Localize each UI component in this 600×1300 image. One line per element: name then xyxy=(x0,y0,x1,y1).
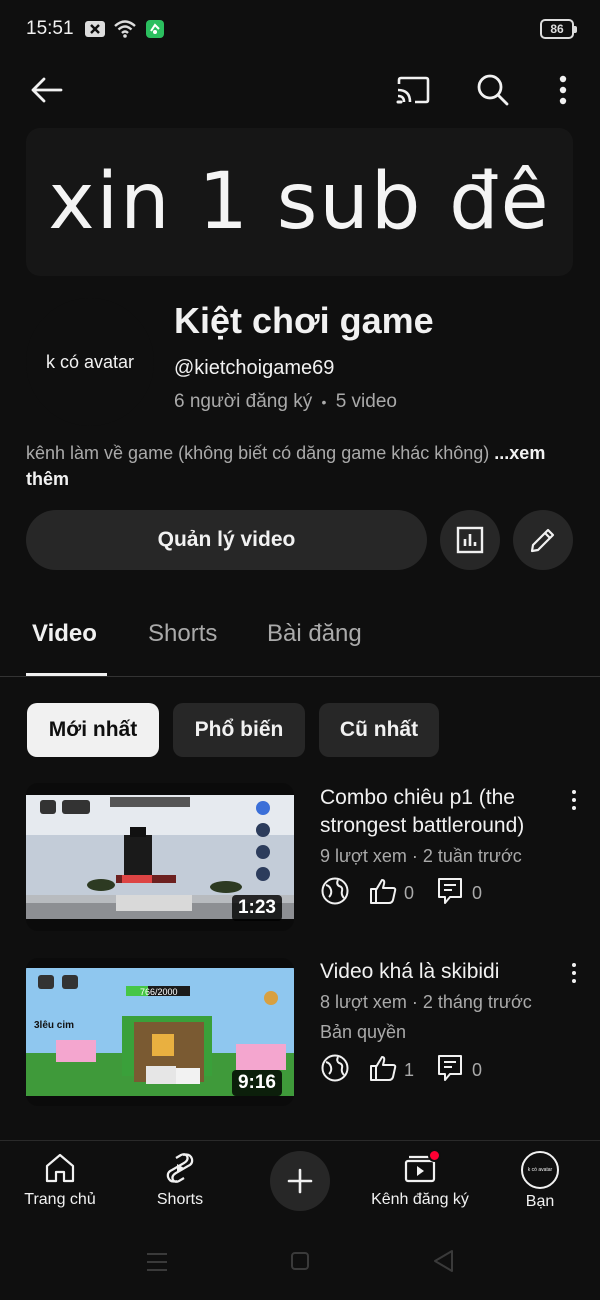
nav-label: Shorts xyxy=(156,1191,204,1208)
video-more-button[interactable] xyxy=(562,961,586,985)
more-vert-icon xyxy=(559,75,567,105)
public-globe-icon xyxy=(320,876,350,911)
notification-badge xyxy=(428,1149,441,1162)
status-time: 15:51 xyxy=(26,18,74,39)
home-icon xyxy=(45,1153,75,1183)
back-triangle-icon xyxy=(434,1250,453,1272)
you-avatar-text: k có avatar xyxy=(527,1167,553,1173)
thumbnail-overlay-label: 3lêu cim xyxy=(34,1020,74,1031)
video-thumbnail-1[interactable]: 1:23 xyxy=(26,783,294,931)
video-title[interactable]: Combo chiêu p1 (the strongest battleroun… xyxy=(320,784,560,840)
search-icon xyxy=(477,74,509,106)
create-plus-icon xyxy=(287,1168,313,1194)
status-bar: 15:51 86 xyxy=(0,0,600,60)
avatar-text: k có avatar xyxy=(45,351,135,372)
description-text: kênh làm về game (không biết có dăng gam… xyxy=(26,443,490,463)
battery-indicator: 86 xyxy=(540,19,577,39)
thumbnail-overlay-counter: 766/2000 xyxy=(140,987,178,997)
tab-shorts[interactable]: Shorts xyxy=(148,620,217,648)
comment-count: 0 xyxy=(472,1059,483,1080)
analytics-button[interactable] xyxy=(440,510,500,570)
bottom-navigation: Trang chủ Shorts Kênh đăng ký k có avata… xyxy=(0,1140,600,1230)
nav-home[interactable]: Trang chủ xyxy=(0,1141,120,1231)
video-meta: 8 lượt xem · 2 tháng trước xyxy=(320,992,532,1012)
channel-name: Kiệt chơi game xyxy=(174,300,434,341)
more-options-button[interactable] xyxy=(539,66,587,114)
comment-icon xyxy=(436,876,464,911)
dot xyxy=(572,806,576,810)
you-avatar-icon: k có avatar xyxy=(521,1151,559,1189)
system-back-button[interactable] xyxy=(432,1249,454,1278)
wifi-icon xyxy=(113,19,137,44)
like-icon xyxy=(368,1053,398,1088)
video-duration: 1:23 xyxy=(231,895,282,921)
subscriber-count: 6 người đăng ký xyxy=(174,391,313,412)
create-button[interactable] xyxy=(270,1151,330,1211)
video-more-button[interactable] xyxy=(562,788,586,812)
like-count: 1 xyxy=(404,1059,415,1080)
edit-channel-button[interactable] xyxy=(513,510,573,570)
app-notification-icon xyxy=(145,19,165,44)
video-duration: 9:16 xyxy=(231,1070,282,1096)
analytics-icon xyxy=(456,526,484,554)
comment-icon xyxy=(436,1053,464,1088)
copyright-label: Bản quyền xyxy=(320,1022,407,1042)
dot xyxy=(572,971,576,975)
manage-videos-button[interactable]: Quản lý video xyxy=(26,510,427,570)
video-title[interactable]: Video khá là skibidi xyxy=(320,958,560,986)
nav-you[interactable]: k có avatar Bạn xyxy=(480,1141,600,1231)
cast-icon xyxy=(396,76,430,104)
nav-label: Kênh đăng ký xyxy=(371,1191,469,1208)
public-globe-icon xyxy=(320,1053,350,1088)
tab-posts[interactable]: Bài đăng xyxy=(267,620,362,648)
chip-oldest[interactable]: Cũ nhất xyxy=(319,703,439,757)
tab-video[interactable]: Video xyxy=(32,620,97,648)
back-arrow-icon xyxy=(31,77,63,103)
top-app-bar xyxy=(0,60,600,120)
channel-description[interactable]: kênh làm về game (không biết có dăng gam… xyxy=(26,440,546,492)
nav-subscriptions[interactable]: Kênh đăng ký xyxy=(360,1141,480,1231)
video-thumbnail-2[interactable]: 766/2000 3lêu cim 9:16 xyxy=(26,958,294,1106)
recent-apps-icon xyxy=(147,1253,167,1271)
shorts-icon xyxy=(166,1153,194,1183)
dot xyxy=(572,798,576,802)
back-button[interactable] xyxy=(22,66,70,114)
edit-pencil-icon xyxy=(530,528,555,553)
video-count: 5 video xyxy=(335,391,397,412)
dot xyxy=(572,979,576,983)
cast-button[interactable] xyxy=(389,66,437,114)
video-meta: 9 lượt xem · 2 tuần trước xyxy=(320,846,522,866)
channel-stats: 6 người đăng ký • 5 video xyxy=(174,391,397,413)
recent-apps-button[interactable] xyxy=(146,1252,168,1277)
notification-icon xyxy=(84,19,106,44)
like-icon xyxy=(368,876,398,911)
channel-handle: @kietchoigame69 xyxy=(174,357,335,379)
home-square-icon xyxy=(291,1252,309,1270)
tab-divider xyxy=(0,676,600,677)
dot xyxy=(572,963,576,967)
comment-count: 0 xyxy=(472,882,483,903)
nav-label: Trang chủ xyxy=(24,1191,96,1208)
nav-shorts[interactable]: Shorts xyxy=(120,1141,240,1231)
channel-banner: xin 1 sub đê xyxy=(26,128,573,276)
channel-avatar[interactable]: k có avatar xyxy=(26,298,154,426)
dot xyxy=(572,790,576,794)
chip-popular[interactable]: Phổ biến xyxy=(173,703,305,757)
search-button[interactable] xyxy=(469,66,517,114)
system-navigation-bar xyxy=(0,1230,600,1300)
meta-separator: • xyxy=(321,394,327,410)
video-stats: 1 0 xyxy=(320,1053,483,1088)
home-system-button[interactable] xyxy=(290,1251,310,1276)
nav-label: Bạn xyxy=(525,1193,555,1210)
like-count: 0 xyxy=(404,882,415,903)
chip-newest[interactable]: Mới nhất xyxy=(27,703,159,757)
video-stats: 0 0 xyxy=(320,876,483,911)
banner-text: xin 1 sub đê xyxy=(48,157,551,247)
